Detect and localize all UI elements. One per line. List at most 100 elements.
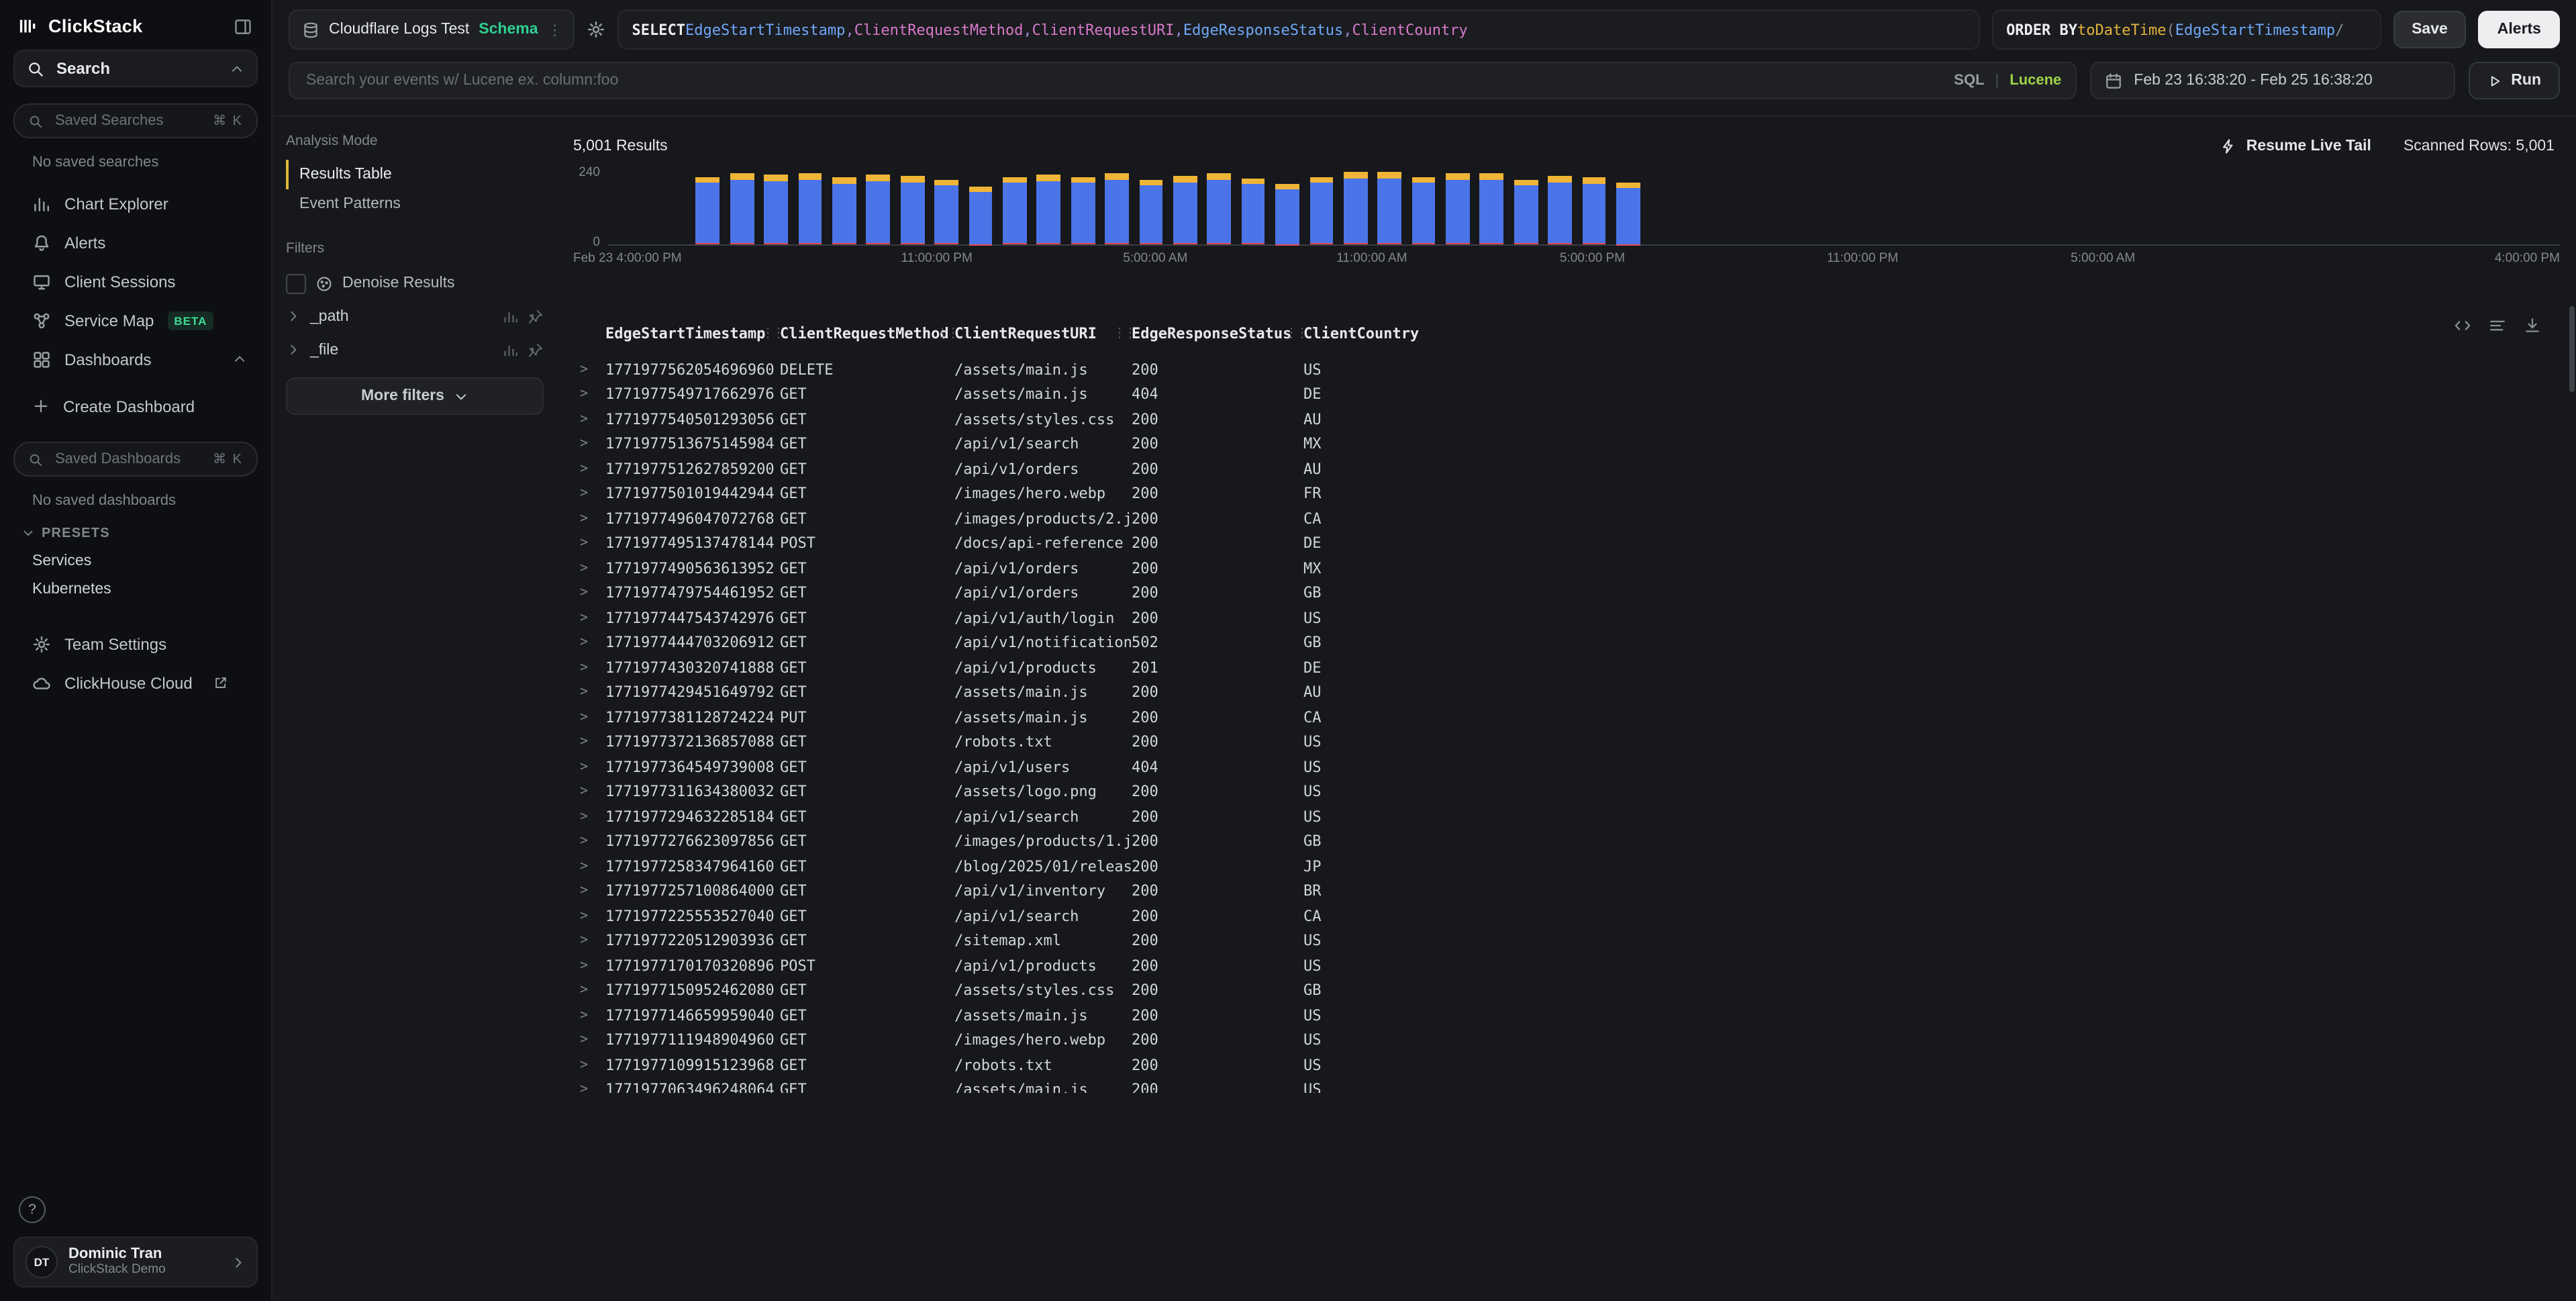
table-row[interactable]: >1771977150952462080GET/assets/styles.cs… bbox=[573, 978, 2560, 1003]
expand-row-icon[interactable]: > bbox=[573, 363, 605, 377]
table-row[interactable]: >1771977372136857088GET/robots.txt200US bbox=[573, 730, 2560, 755]
expand-row-icon[interactable]: > bbox=[573, 512, 605, 526]
histogram-bar[interactable] bbox=[1173, 175, 1197, 244]
table-row[interactable]: >1771977225553527040GET/api/v1/search200… bbox=[573, 904, 2560, 928]
table-row[interactable]: >1771977429451649792GET/assets/main.js20… bbox=[573, 680, 2560, 705]
field-chart-icon[interactable] bbox=[502, 342, 518, 358]
expand-row-icon[interactable]: > bbox=[573, 810, 605, 824]
presets-section-header[interactable]: PRESETS bbox=[13, 520, 258, 546]
select-clause-editor[interactable]: SELECT EdgeStartTimestamp, ClientRequest… bbox=[617, 9, 1980, 50]
field-chart-icon[interactable] bbox=[502, 308, 518, 324]
table-row[interactable]: >1771977549717662976GET/assets/main.js40… bbox=[573, 382, 2560, 407]
histogram-bar[interactable] bbox=[764, 175, 788, 244]
table-row[interactable]: >1771977276623097856GET/images/products/… bbox=[573, 829, 2560, 854]
table-row[interactable]: >1771977170170320896POST/api/v1/products… bbox=[573, 953, 2560, 978]
expand-row-icon[interactable]: > bbox=[573, 437, 605, 452]
table-row[interactable]: >1771977540501293056GET/assets/styles.cs… bbox=[573, 407, 2560, 432]
lucene-toggle[interactable]: Lucene bbox=[2010, 73, 2061, 89]
mode-event-patterns[interactable]: Event Patterns bbox=[286, 189, 544, 219]
column-header-ClientRequestMethod[interactable]: ⋮⋮ClientRequestMethod bbox=[780, 324, 954, 342]
create-dashboard-button[interactable]: Create Dashboard bbox=[13, 387, 258, 426]
denoise-results-toggle[interactable]: Denoise Results bbox=[286, 267, 544, 299]
saved-dashboards-input[interactable] bbox=[52, 450, 203, 469]
column-resize-handle[interactable]: ⋮⋮ bbox=[1285, 326, 1306, 340]
filter-field-path[interactable]: _path bbox=[286, 299, 544, 333]
histogram-bar[interactable] bbox=[1582, 178, 1606, 244]
date-range-picker[interactable]: Feb 23 16:38:20 - Feb 25 16:38:20 bbox=[2089, 62, 2455, 99]
sql-toggle[interactable]: SQL bbox=[1954, 73, 1984, 89]
histogram-bar[interactable] bbox=[934, 180, 958, 244]
histogram-plot[interactable]: 240 0 bbox=[608, 168, 2560, 246]
expand-row-icon[interactable]: > bbox=[573, 859, 605, 874]
filter-field-file[interactable]: _file bbox=[286, 333, 544, 367]
histogram-bar[interactable] bbox=[1105, 173, 1129, 244]
table-row[interactable]: >1771977257100864000GET/api/v1/inventory… bbox=[573, 879, 2560, 904]
mode-results-table[interactable]: Results Table bbox=[286, 160, 544, 189]
help-button[interactable]: ? bbox=[19, 1196, 46, 1223]
table-row[interactable]: >1771977258347964160GET/blog/2025/01/rel… bbox=[573, 854, 2560, 879]
expand-row-icon[interactable]: > bbox=[573, 983, 605, 998]
table-row[interactable]: >1771977111948904960GET/images/hero.webp… bbox=[573, 1028, 2560, 1053]
pin-icon[interactable] bbox=[528, 308, 544, 324]
histogram-bar[interactable] bbox=[1344, 171, 1368, 244]
expand-row-icon[interactable]: > bbox=[573, 934, 605, 949]
table-row[interactable]: >1771977447543742976GET/api/v1/auth/logi… bbox=[573, 606, 2560, 630]
sidebar-item-clickhouse-cloud[interactable]: ClickHouse Cloud bbox=[13, 663, 258, 702]
source-settings-button[interactable] bbox=[587, 20, 605, 39]
column-header-ClientCountry[interactable]: ⋮⋮ClientCountry bbox=[1303, 324, 2560, 342]
column-header-ClientRequestURI[interactable]: ⋮⋮ClientRequestURI bbox=[954, 324, 1132, 342]
pin-icon[interactable] bbox=[528, 342, 544, 358]
histogram-bar[interactable] bbox=[832, 178, 856, 244]
table-row[interactable]: >1771977364549739008GET/api/v1/users404U… bbox=[573, 755, 2560, 779]
table-row[interactable]: >1771977496047072768GET/images/products/… bbox=[573, 506, 2560, 531]
histogram-bar[interactable] bbox=[969, 187, 993, 244]
table-row[interactable]: >1771977311634380032GET/assets/logo.png2… bbox=[573, 779, 2560, 804]
expand-row-icon[interactable]: > bbox=[573, 586, 605, 601]
histogram-bar[interactable] bbox=[1378, 172, 1402, 244]
expand-row-icon[interactable]: > bbox=[573, 1083, 605, 1094]
histogram-bar[interactable] bbox=[1071, 177, 1095, 244]
expand-row-icon[interactable]: > bbox=[573, 909, 605, 924]
table-row[interactable]: >1771977513675145984GET/api/v1/search200… bbox=[573, 432, 2560, 456]
saved-dashboards-box[interactable]: ⌘ K bbox=[13, 442, 258, 477]
table-row[interactable]: >1771977109915123968GET/robots.txt200US bbox=[573, 1053, 2560, 1077]
histogram-bar[interactable] bbox=[1003, 177, 1027, 244]
denoise-checkbox[interactable] bbox=[286, 273, 306, 293]
table-row[interactable]: >1771977562054696960DELETE/assets/main.j… bbox=[573, 357, 2560, 382]
sidebar-item-search[interactable]: Search bbox=[13, 50, 258, 87]
expand-row-icon[interactable]: > bbox=[573, 685, 605, 700]
expand-row-icon[interactable]: > bbox=[573, 959, 605, 973]
expand-row-icon[interactable]: > bbox=[573, 834, 605, 849]
histogram-bar[interactable] bbox=[1548, 176, 1573, 244]
histogram-bar[interactable] bbox=[1241, 179, 1265, 244]
table-row[interactable]: >1771977063496248064GET/assets/main.js20… bbox=[573, 1077, 2560, 1093]
collapse-sidebar-icon[interactable] bbox=[234, 17, 252, 36]
expand-row-icon[interactable]: > bbox=[573, 536, 605, 551]
expand-row-icon[interactable]: > bbox=[573, 661, 605, 675]
table-row[interactable]: >1771977220512903936GET/sitemap.xml200US bbox=[573, 928, 2560, 953]
preset-item-kubernetes[interactable]: Kubernetes bbox=[13, 575, 258, 603]
table-row[interactable]: >1771977512627859200GET/api/v1/orders200… bbox=[573, 456, 2560, 481]
expand-row-icon[interactable]: > bbox=[573, 412, 605, 427]
histogram-bar[interactable] bbox=[1139, 180, 1163, 244]
sidebar-item-alerts[interactable]: Alerts bbox=[13, 223, 258, 262]
histogram-bar[interactable] bbox=[866, 175, 891, 244]
table-row[interactable]: >1771977146659959040GET/assets/main.js20… bbox=[573, 1003, 2560, 1028]
more-filters-button[interactable]: More filters bbox=[286, 377, 544, 415]
sidebar-item-team-settings[interactable]: Team Settings bbox=[13, 624, 258, 663]
table-row[interactable]: >1771977479754461952GET/api/v1/orders200… bbox=[573, 581, 2560, 606]
histogram-bar[interactable] bbox=[1411, 177, 1436, 244]
preset-item-services[interactable]: Services bbox=[13, 546, 258, 575]
sidebar-item-service-map[interactable]: Service Map BETA bbox=[13, 301, 258, 340]
expand-row-icon[interactable]: > bbox=[573, 636, 605, 650]
column-resize-handle[interactable]: ⋮⋮ bbox=[761, 326, 783, 340]
event-search-input[interactable] bbox=[303, 71, 1954, 90]
table-row[interactable]: >1771977381128724224PUT/assets/main.js20… bbox=[573, 705, 2560, 730]
histogram-bar[interactable] bbox=[1037, 175, 1061, 244]
histogram-bar[interactable] bbox=[730, 173, 754, 244]
column-resize-handle[interactable]: ⋮⋮ bbox=[936, 326, 957, 340]
sidebar-item-chart-explorer[interactable]: Chart Explorer bbox=[13, 184, 258, 223]
expand-row-icon[interactable]: > bbox=[573, 611, 605, 626]
sidebar-item-dashboards[interactable]: Dashboards bbox=[13, 340, 258, 379]
table-row[interactable]: >1771977430320741888GET/api/v1/products2… bbox=[573, 655, 2560, 680]
